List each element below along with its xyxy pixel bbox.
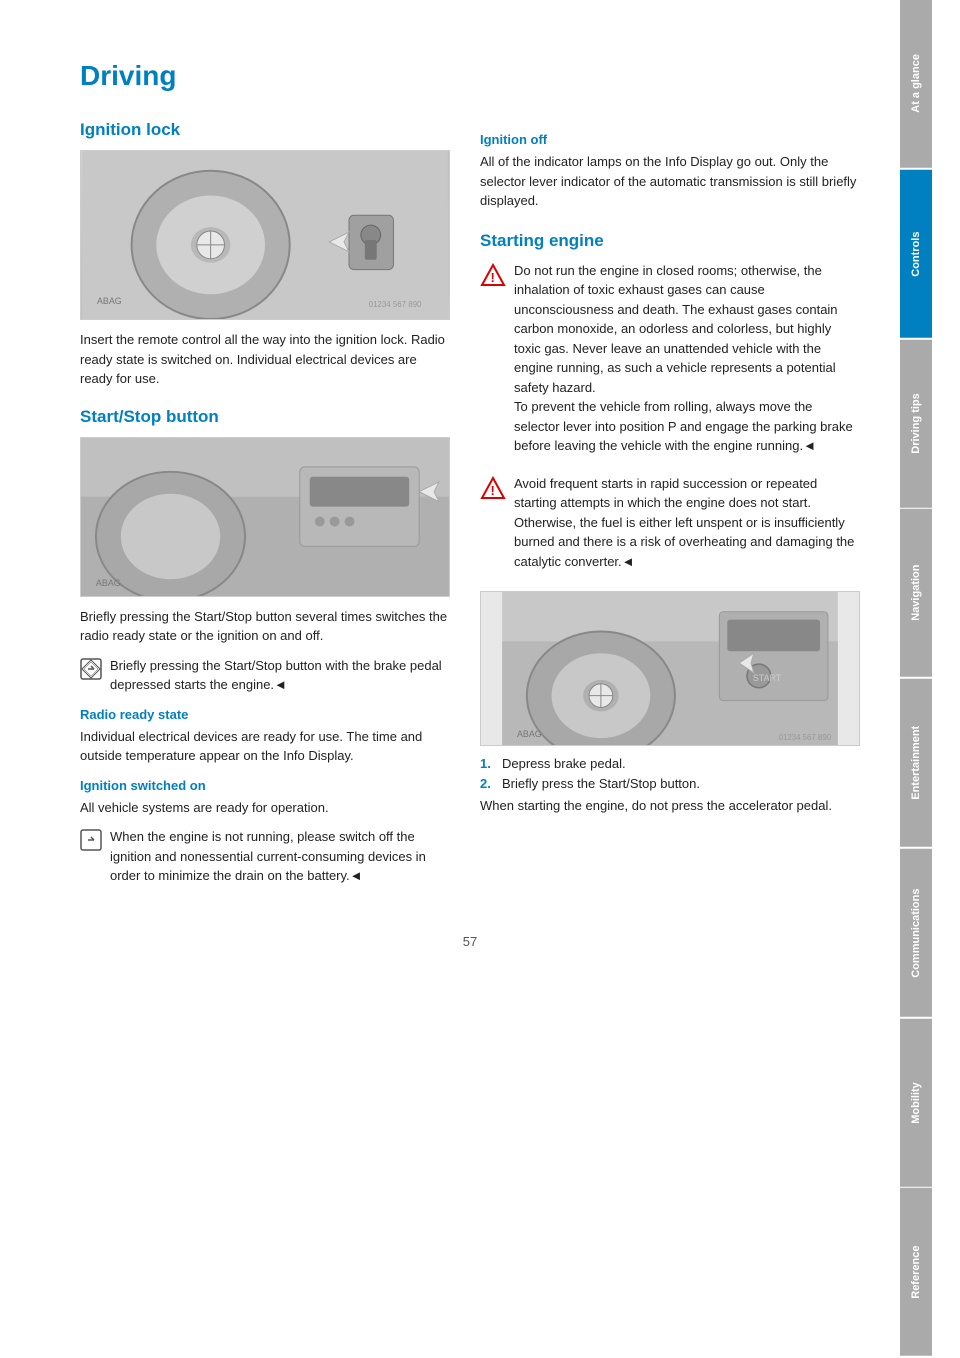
sidebar-tab-reference[interactable]: Reference xyxy=(900,1188,932,1356)
start-stop-image: ABAG xyxy=(80,437,450,597)
ignition-off-body: All of the indicator lamps on the Info D… xyxy=(480,152,860,211)
ignition-off-title: Ignition off xyxy=(480,132,860,147)
sidebar-tab-mobility[interactable]: Mobility xyxy=(900,1019,932,1187)
ignition-on-note-icon xyxy=(80,829,102,851)
ignition-on-note-box: When the engine is not running, please s… xyxy=(80,827,450,886)
sidebar: At a glance Controls Driving tips Naviga… xyxy=(900,0,932,1358)
svg-text:01234 567 890: 01234 567 890 xyxy=(779,733,832,742)
starting-engine-section: Starting engine ! Do not run the engine … xyxy=(480,231,860,816)
starting-engine-title: Starting engine xyxy=(480,231,860,251)
ignition-lock-section: Ignition lock xyxy=(80,120,450,389)
page-title: Driving xyxy=(80,60,860,92)
svg-text:01234 567 890: 01234 567 890 xyxy=(369,300,422,309)
svg-text:START: START xyxy=(753,673,782,683)
svg-text:!: ! xyxy=(491,483,495,498)
start-stop-note-box: Briefly pressing the Start/Stop button w… xyxy=(80,656,450,695)
start-stop-title: Start/Stop button xyxy=(80,407,450,427)
start-stop-section: Start/Stop button xyxy=(80,407,450,886)
svg-text:!: ! xyxy=(491,270,495,285)
closing-text: When starting the engine, do not press t… xyxy=(480,796,860,816)
svg-text:ABAG: ABAG xyxy=(96,578,121,588)
ignition-on-title: Ignition switched on xyxy=(80,778,450,793)
sidebar-tab-communications[interactable]: Communications xyxy=(900,849,932,1017)
right-column: Ignition off All of the indicator lamps … xyxy=(480,120,860,904)
sidebar-tab-navigation[interactable]: Navigation xyxy=(900,509,932,677)
start-stop-note-text: Briefly pressing the Start/Stop button w… xyxy=(110,656,450,695)
warning-icon-2: ! xyxy=(480,476,506,502)
step-1-text: Depress brake pedal. xyxy=(502,756,626,771)
ignition-on-body: All vehicle systems are ready for operat… xyxy=(80,798,450,818)
warning-box-2: ! Avoid frequent starts in rapid success… xyxy=(480,474,860,580)
warning-2-text: Avoid frequent starts in rapid successio… xyxy=(514,474,860,572)
step-2-num: 2. xyxy=(480,776,496,791)
sidebar-tab-at-a-glance[interactable]: At a glance xyxy=(900,0,932,168)
warning-box-1: ! Do not run the engine in closed rooms;… xyxy=(480,261,860,464)
step-1-num: 1. xyxy=(480,756,496,771)
starting-engine-image: START ABAG 01234 567 890 xyxy=(480,591,860,746)
main-content: Driving Ignition lock xyxy=(0,0,900,1358)
start-stop-body: Briefly pressing the Start/Stop button s… xyxy=(80,607,450,646)
step-1: 1. Depress brake pedal. xyxy=(480,756,860,771)
left-column: Ignition lock xyxy=(80,120,450,904)
sidebar-tab-controls[interactable]: Controls xyxy=(900,170,932,338)
ignition-lock-image: ABAG 01234 567 890 xyxy=(80,150,450,320)
step-2-text: Briefly press the Start/Stop button. xyxy=(502,776,700,791)
svg-text:ABAG: ABAG xyxy=(517,729,542,739)
note-icon xyxy=(80,658,102,680)
step-2: 2. Briefly press the Start/Stop button. xyxy=(480,776,860,791)
sidebar-tab-driving-tips[interactable]: Driving tips xyxy=(900,340,932,508)
radio-ready-body: Individual electrical devices are ready … xyxy=(80,727,450,766)
warning-icon-1: ! xyxy=(480,263,506,289)
ignition-lock-body: Insert the remote control all the way in… xyxy=(80,330,450,389)
page-number: 57 xyxy=(80,934,860,949)
radio-ready-title: Radio ready state xyxy=(80,707,450,722)
ignition-on-note-text: When the engine is not running, please s… xyxy=(110,827,450,886)
ignition-lock-title: Ignition lock xyxy=(80,120,450,140)
sidebar-tab-entertainment[interactable]: Entertainment xyxy=(900,679,932,847)
svg-text:ABAG: ABAG xyxy=(97,296,122,306)
warning-1-text: Do not run the engine in closed rooms; o… xyxy=(514,261,860,456)
